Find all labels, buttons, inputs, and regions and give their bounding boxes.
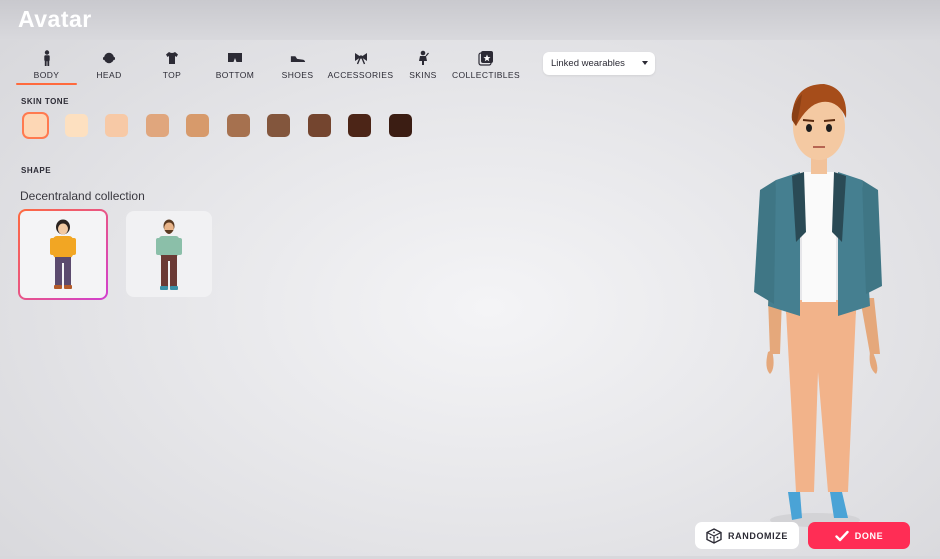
randomize-button[interactable]: RANDOMIZE bbox=[695, 522, 799, 549]
body-icon bbox=[39, 50, 55, 66]
tab-bottom[interactable]: BOTTOM bbox=[215, 50, 255, 84]
shape-option-male[interactable] bbox=[126, 211, 212, 297]
skin-tone-swatch[interactable] bbox=[267, 114, 290, 137]
shirt-icon bbox=[164, 50, 180, 66]
tab-body[interactable]: BODY bbox=[16, 50, 77, 85]
tab-label: BODY bbox=[33, 70, 60, 80]
skin-tone-swatch[interactable] bbox=[348, 114, 371, 137]
shape-label: SHAPE bbox=[21, 166, 52, 175]
skin-icon bbox=[415, 50, 431, 66]
checkmark-icon bbox=[835, 530, 849, 542]
tab-skins[interactable]: SKINS bbox=[408, 50, 438, 84]
skin-tone-swatch[interactable] bbox=[186, 114, 209, 137]
done-button[interactable]: DONE bbox=[808, 522, 910, 549]
tab-label: BOTTOM bbox=[215, 70, 255, 80]
tab-label: ACCESSORIES bbox=[327, 70, 394, 80]
caret-down-icon bbox=[642, 61, 648, 65]
collectibles-icon bbox=[478, 50, 494, 66]
tab-label: COLLECTIBLES bbox=[451, 70, 521, 80]
avatar-preview[interactable] bbox=[730, 72, 900, 528]
tab-label: TOP bbox=[162, 70, 182, 80]
male-avatar-thumbnail bbox=[156, 219, 182, 290]
bow-icon bbox=[353, 50, 369, 66]
randomize-label: RANDOMIZE bbox=[728, 530, 788, 541]
skin-tone-swatch[interactable] bbox=[64, 114, 88, 137]
skin-tone-swatch[interactable] bbox=[105, 114, 128, 137]
tab-shoes[interactable]: SHOES bbox=[282, 50, 313, 84]
tab-accessories[interactable]: ACCESSORIES bbox=[327, 50, 394, 84]
tab-collectibles[interactable]: COLLECTIBLES bbox=[451, 50, 521, 84]
female-avatar-thumbnail bbox=[50, 219, 76, 289]
title-bar: Avatar bbox=[0, 0, 940, 40]
skin-tone-swatch[interactable] bbox=[226, 114, 250, 137]
skin-tone-swatch[interactable] bbox=[388, 114, 412, 137]
collection-title: Decentraland collection bbox=[20, 189, 145, 203]
skin-tone-swatch[interactable] bbox=[307, 114, 331, 137]
tab-label: SKINS bbox=[409, 70, 437, 80]
head-icon bbox=[101, 50, 117, 66]
shoe-icon bbox=[290, 50, 306, 66]
shape-option-female[interactable] bbox=[18, 209, 108, 300]
pants-icon bbox=[227, 50, 243, 66]
tab-label: SHOES bbox=[281, 70, 314, 80]
dropdown-value: Linked wearables bbox=[551, 58, 625, 69]
tab-label: HEAD bbox=[96, 70, 122, 80]
dice-icon bbox=[706, 527, 722, 544]
tab-head[interactable]: HEAD bbox=[93, 50, 125, 84]
page-title: Avatar bbox=[18, 6, 92, 32]
tab-top[interactable]: TOP bbox=[160, 50, 184, 84]
linked-wearables-dropdown[interactable]: Linked wearables bbox=[543, 52, 655, 75]
skin-tone-swatch[interactable] bbox=[24, 114, 47, 137]
skin-tone-swatch[interactable] bbox=[145, 114, 169, 137]
skin-tone-label: SKIN TONE bbox=[21, 97, 69, 106]
done-label: DONE bbox=[854, 530, 884, 541]
